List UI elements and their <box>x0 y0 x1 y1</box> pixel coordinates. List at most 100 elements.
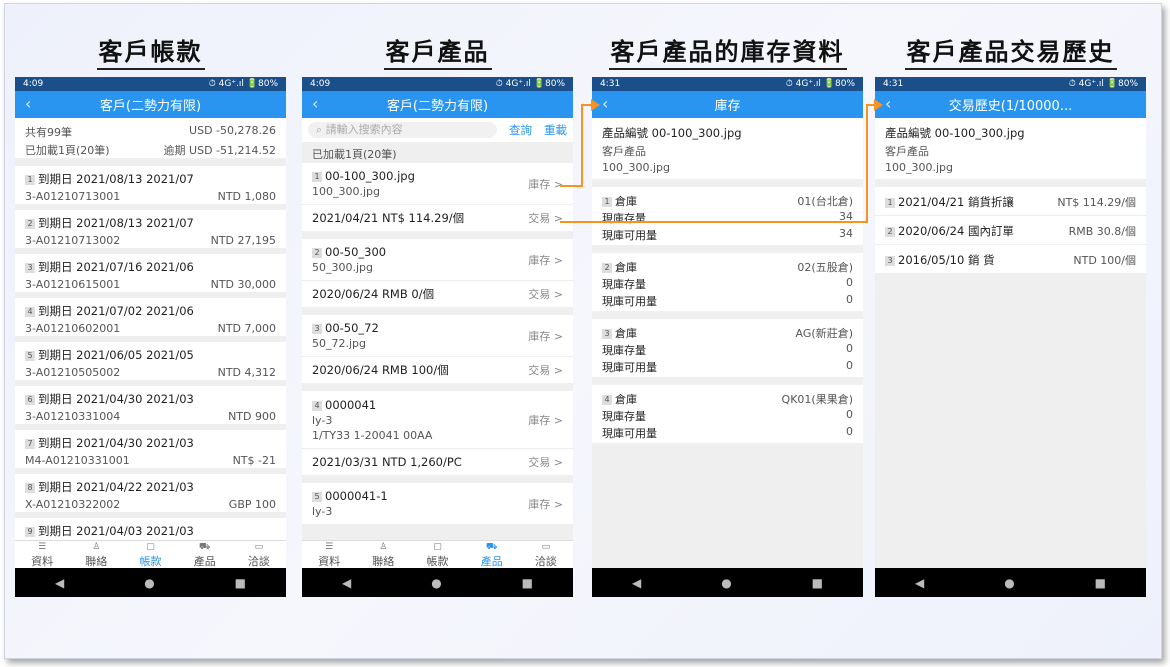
item-index: 1 <box>25 175 35 185</box>
bottom-nav: ☰ 資料 ♙ 聯絡 ▢ 帳款 ⛟ 產品 ▭ 洽談 <box>15 540 286 568</box>
bottom-nav: ☰ 資料 ♙ 聯絡 ▢ 帳款 ⛟ 產品 ▭ 洽談 <box>302 540 573 568</box>
nav-item[interactable]: ♙ 聯絡 <box>356 541 410 568</box>
status-indicators: ⏱ 4G⁺.ıl 🔋80% <box>208 79 278 89</box>
stock-row: 現庫存量 0 <box>602 408 853 424</box>
invoice-amount: NTD 1,080 <box>217 190 276 203</box>
connector-arrowhead-icon <box>591 99 600 111</box>
item-index: 8 <box>25 483 35 493</box>
connector-line <box>581 104 583 187</box>
inventory-link[interactable]: 庫存 > <box>528 328 563 344</box>
nav-item[interactable]: ▭ 洽談 <box>232 541 286 568</box>
history-item[interactable]: 1 2021/04/21 銷貨折讓 NT$ 114.29/個 <box>875 187 1146 216</box>
warehouse-label-line: 3 倉庫 <box>602 325 637 341</box>
account-item[interactable]: 6 到期日 2021/04/30 2021/03 3-A01210331004 NTD… <box>15 386 286 424</box>
system-recent-icon[interactable]: ■ <box>1095 576 1106 590</box>
item-index: 1 <box>312 172 322 182</box>
product-header: 產品編號 00-100_300.jpg 客戶產品 100_300.jpg <box>875 118 1146 179</box>
product-sub: ly-3 <box>312 413 333 427</box>
back-chevron-icon[interactable]: ‹ <box>25 94 31 113</box>
product-info: 2 00-50_300 50_300.jpg <box>312 245 386 274</box>
system-back-icon[interactable]: ◀ <box>342 576 351 590</box>
reload-button[interactable]: 重載 <box>544 122 567 138</box>
nav-item[interactable]: ⛟ 產品 <box>178 541 232 568</box>
nav-label: 帳款 <box>139 555 162 568</box>
trade-link[interactable]: 交易 > <box>528 362 563 378</box>
invoice-amount: GBP 100 <box>228 498 276 511</box>
connector-line <box>560 185 582 187</box>
product-info: 4 0000041 ly-3 1/TY33 1-20041 00AA <box>312 398 432 442</box>
trade-row[interactable]: 2020/06/24 RMB 100/個 交易 > <box>302 357 573 383</box>
account-item[interactable]: 3 到期日 2021/07/16 2021/06 3-A01210615001 NTD… <box>15 254 286 292</box>
nav-item[interactable]: ▢ 帳款 <box>123 541 177 568</box>
product-item[interactable]: 4 0000041 ly-3 1/TY33 1-20041 00AA 庫存 > <box>302 391 573 449</box>
account-item[interactable]: 8 到期日 2021/04/22 2021/03 X-A01210322002 GBP… <box>15 474 286 512</box>
available-row: 現庫可用量 34 <box>602 227 853 243</box>
system-back-icon[interactable]: ◀ <box>55 576 64 590</box>
inventory-link[interactable]: 庫存 > <box>528 496 563 512</box>
system-home-icon[interactable]: ● <box>721 576 731 590</box>
trade-link[interactable]: 交易 > <box>528 286 563 302</box>
inventory-link[interactable]: 庫存 > <box>528 252 563 268</box>
account-item-line: 5 到期日 2021/06/05 2021/05 <box>25 347 276 363</box>
status-bar: 4:09 ⏱ 4G⁺.ıl 🔋80% <box>15 77 286 91</box>
panel-title-products: 客戶產品 <box>302 32 573 70</box>
account-item[interactable]: 7 到期日 2021/04/30 2021/03 M4-A01210331001 NT… <box>15 430 286 468</box>
account-item-line: 7 到期日 2021/04/30 2021/03 <box>25 435 276 451</box>
warehouse-card: 3 倉庫 AG(新莊倉) 現庫存量 0 現庫可用量 0 <box>592 319 863 377</box>
account-item[interactable]: 5 到期日 2021/06/05 2021/05 3-A01210505002 NTD… <box>15 342 286 380</box>
system-home-icon[interactable]: ● <box>1004 576 1014 590</box>
account-item-detail: 3-A01210615001 NTD 30,000 <box>25 278 276 291</box>
account-item[interactable]: 1 到期日 2021/08/13 2021/07 3-A01210713001 NTD… <box>15 166 286 204</box>
product-group: 3 00-50_72 50_72.jpg 庫存 > 2020/06/24 RMB 100… <box>302 315 573 383</box>
nav-item[interactable]: ▢ 帳款 <box>410 541 464 568</box>
history-item[interactable]: 2 2020/06/24 國內訂單 RMB 30.8/個 <box>875 216 1146 245</box>
system-recent-icon[interactable]: ■ <box>235 576 246 590</box>
nav-label: 產品 <box>480 555 503 568</box>
trade-row[interactable]: 2021/04/21 NT$ 114.29/個 交易 > <box>302 205 573 231</box>
product-group: 1 00-100_300.jpg 100_300.jpg 庫存 > 2021/04/21… <box>302 163 573 231</box>
last-trade: 2021/04/21 NT$ 114.29/個 <box>312 211 465 225</box>
search-input[interactable]: ⌕ 請輸入搜索內容 <box>308 122 497 138</box>
nav-label: 資料 <box>31 555 54 568</box>
page-title: 庫存 <box>714 99 741 114</box>
item-index: 9 <box>25 527 35 537</box>
system-back-icon[interactable]: ◀ <box>915 576 924 590</box>
product-item[interactable]: 5 0000041-1 ly-3 庫存 > <box>302 483 573 525</box>
system-recent-icon[interactable]: ■ <box>812 576 823 590</box>
warehouse-label-line: 1 倉庫 <box>602 193 637 209</box>
item-index: 4 <box>25 307 35 317</box>
cart-icon: ⛟ <box>199 542 211 552</box>
account-item[interactable]: 4 到期日 2021/07/02 2021/06 3-A01210602001 NTD… <box>15 298 286 336</box>
product-item[interactable]: 3 00-50_72 50_72.jpg 庫存 > <box>302 315 573 357</box>
trade-row[interactable]: 2021/03/31 NTD 1,260/PC 交易 > <box>302 449 573 475</box>
warehouse-name: QK01(果果倉) <box>781 393 853 406</box>
trade-link[interactable]: 交易 > <box>528 454 563 470</box>
nav-item[interactable]: ⛟ 產品 <box>465 541 519 568</box>
account-item[interactable]: 2 到期日 2021/08/13 2021/07 3-A01210713002 NTD… <box>15 210 286 248</box>
history-item[interactable]: 3 2016/05/10 銷 貨 NTD 100/個 <box>875 245 1146 274</box>
product-item[interactable]: 2 00-50_300 50_300.jpg 庫存 > <box>302 239 573 281</box>
back-chevron-icon[interactable]: ‹ <box>312 94 318 113</box>
trade-link[interactable]: 交易 > <box>528 210 563 226</box>
product-sub: 50_72.jpg <box>312 337 367 350</box>
nav-item[interactable]: ☰ 資料 <box>302 541 356 568</box>
inventory-link[interactable]: 庫存 > <box>528 412 563 428</box>
phone-trade-history: 4:31 ⏱ 4G⁺.ıl 🔋80% ‹ 交易歷史(1/10000... 產品編… <box>875 77 1146 597</box>
back-chevron-icon[interactable]: ‹ <box>602 94 608 113</box>
system-back-icon[interactable]: ◀ <box>632 576 641 590</box>
nav-item[interactable]: ☰ 資料 <box>15 541 69 568</box>
nav-item[interactable]: ▭ 洽談 <box>519 541 573 568</box>
trade-row[interactable]: 2020/06/24 RMB 0/個 交易 > <box>302 281 573 307</box>
inventory-link[interactable]: 庫存 > <box>528 176 563 192</box>
back-chevron-icon[interactable]: ‹ <box>885 94 891 113</box>
product-item[interactable]: 1 00-100_300.jpg 100_300.jpg 庫存 > <box>302 163 573 205</box>
query-button[interactable]: 查詢 <box>509 122 532 138</box>
system-home-icon[interactable]: ● <box>431 576 441 590</box>
system-recent-icon[interactable]: ■ <box>522 576 533 590</box>
status-time: 4:31 <box>883 79 904 89</box>
system-home-icon[interactable]: ● <box>144 576 154 590</box>
stock-row: 現庫存量 34 <box>602 210 853 226</box>
item-index: 2 <box>602 263 612 273</box>
page-title: 客戶(二勢力有限) <box>99 99 202 114</box>
nav-item[interactable]: ♙ 聯絡 <box>69 541 123 568</box>
